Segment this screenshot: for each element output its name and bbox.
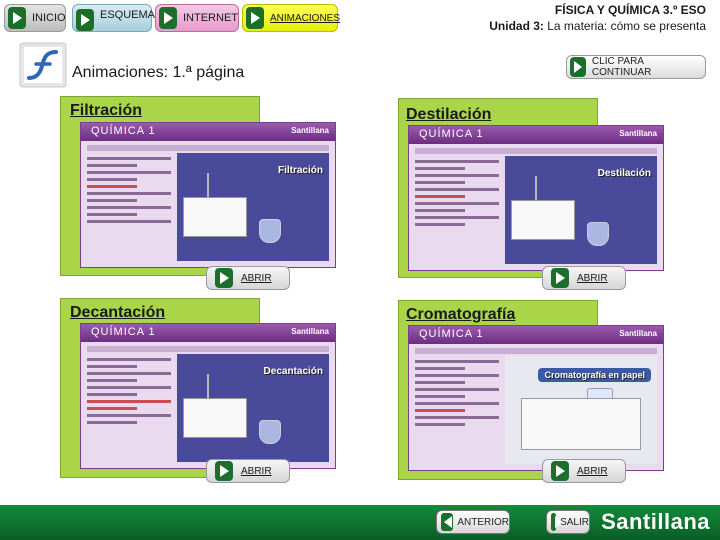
play-icon — [551, 461, 569, 481]
play-icon — [159, 7, 177, 29]
play-icon — [215, 268, 233, 288]
unit-name: La materia: cómo se presenta — [543, 19, 706, 33]
open-destilacion-button[interactable]: ABRIR — [542, 266, 626, 290]
thumbnail-index — [87, 157, 171, 227]
continue-button-label: CLIC PARA CONTINUAR — [591, 56, 652, 78]
internet-button[interactable]: INTERNET — [155, 4, 239, 32]
thumbnail-info-box — [183, 398, 247, 438]
course-title: FÍSICA Y QUÍMICA 3.º ESO — [554, 3, 706, 17]
open-button-label: ABRIR — [577, 272, 608, 284]
play-icon — [551, 513, 564, 531]
home-button-label: INICIO — [32, 12, 66, 24]
open-button-label: ABRIR — [577, 465, 608, 477]
exit-button-label: SALIR — [560, 516, 589, 528]
open-decantacion-button[interactable]: ABRIR — [206, 459, 290, 483]
open-button-label: ABRIR — [241, 272, 272, 284]
thumbnail-brand: QUÍMICA 1 — [91, 125, 156, 137]
thumbnail-simulation: Cromatografía en papel — [505, 356, 657, 464]
animations-button[interactable]: ANIMACIONES — [242, 4, 341, 32]
open-cromatografia-button[interactable]: ABRIR — [542, 459, 626, 483]
animations-button-label: ANIMACIONES — [270, 12, 341, 24]
thumbnail-info-box — [183, 197, 247, 237]
thumbnail-breadcrumb — [87, 346, 329, 352]
open-button-label: ABRIR — [241, 465, 272, 477]
thumbnail-publisher: Santillana — [291, 327, 329, 336]
unit-subtitle: Unidad 3: La materia: cómo se presenta — [489, 19, 706, 33]
thumbnail-breadcrumb — [87, 145, 329, 151]
thumbnail-publisher: Santillana — [619, 329, 657, 338]
thumbnail-info-box — [511, 200, 575, 240]
thumbnail-decantacion[interactable]: QUÍMICA 1 Santillana Decantación — [80, 323, 336, 469]
card-title-destilacion: Destilación — [406, 106, 492, 123]
thumbnail-simulation: Decantación — [177, 354, 329, 462]
back-icon — [441, 513, 454, 531]
unit-prefix: Unidad 3: — [489, 19, 544, 33]
thumbnail-brand: QUÍMICA 1 — [91, 326, 156, 338]
thumbnail-brand: QUÍMICA 1 — [419, 128, 484, 140]
scheme-button-label: ESQUEMA — [100, 9, 156, 21]
thumbnail-simulation: Destilación — [505, 156, 657, 264]
thumbnail-header: QUÍMICA 1 Santillana — [81, 123, 335, 141]
thumbnail-header: QUÍMICA 1 Santillana — [81, 324, 335, 342]
thumbnail-publisher: Santillana — [291, 126, 329, 135]
open-filtracion-button[interactable]: ABRIR — [206, 266, 290, 290]
previous-button[interactable]: ANTERIOR — [436, 510, 510, 534]
thumbnail-header: QUÍMICA 1 Santillana — [409, 326, 663, 344]
page-title: Animaciones: 1.ª página — [72, 64, 245, 81]
thumbnail-info-box — [521, 398, 641, 450]
thumbnail-sim-title: Destilación — [597, 168, 651, 179]
thumbnail-sim-title: Decantación — [263, 366, 323, 377]
thumbnail-breadcrumb — [415, 348, 657, 354]
thumbnail-publisher: Santillana — [619, 129, 657, 138]
continue-button[interactable]: CLIC PARA CONTINUAR — [566, 55, 706, 79]
card-title-cromatografia: Cromatografía — [406, 306, 516, 323]
thumbnail-breadcrumb — [415, 148, 657, 154]
thumbnail-filtracion[interactable]: QUÍMICA 1 Santillana Filtración — [80, 122, 336, 268]
play-icon — [570, 57, 586, 77]
play-icon — [8, 7, 26, 29]
thumbnail-destilacion[interactable]: QUÍMICA 1 Santillana Destilación — [408, 125, 664, 271]
scheme-button[interactable]: ESQUEMA — [72, 4, 156, 32]
flash-logo-icon — [19, 42, 67, 88]
play-icon — [551, 268, 569, 288]
thumbnail-index — [415, 160, 499, 230]
thumbnail-sim-title: Filtración — [277, 165, 323, 176]
publisher-logo: Santillana — [601, 509, 710, 534]
thumbnail-simulation: Filtración — [177, 153, 329, 261]
card-title-decantacion: Decantación — [70, 304, 166, 321]
thumbnail-header: QUÍMICA 1 Santillana — [409, 126, 663, 144]
thumbnail-brand: QUÍMICA 1 — [419, 328, 484, 340]
thumbnail-sim-title: Cromatografía en papel — [538, 368, 651, 382]
thumbnail-index — [87, 358, 171, 428]
home-button[interactable]: INICIO — [4, 4, 66, 32]
play-icon — [215, 461, 233, 481]
top-navigation: INICIO ESQUEMA INTERNET ANIMACIONES FÍSI… — [0, 0, 720, 38]
internet-button-label: INTERNET — [183, 12, 238, 24]
thumbnail-cromatografia[interactable]: QUÍMICA 1 Santillana Cromatografía en pa… — [408, 325, 664, 471]
play-icon — [246, 7, 264, 29]
card-title-filtracion: Filtración — [70, 102, 143, 119]
play-icon — [76, 9, 94, 31]
previous-button-label: ANTERIOR — [457, 516, 509, 528]
thumbnail-index — [415, 360, 499, 430]
exit-button[interactable]: SALIR — [546, 510, 590, 534]
